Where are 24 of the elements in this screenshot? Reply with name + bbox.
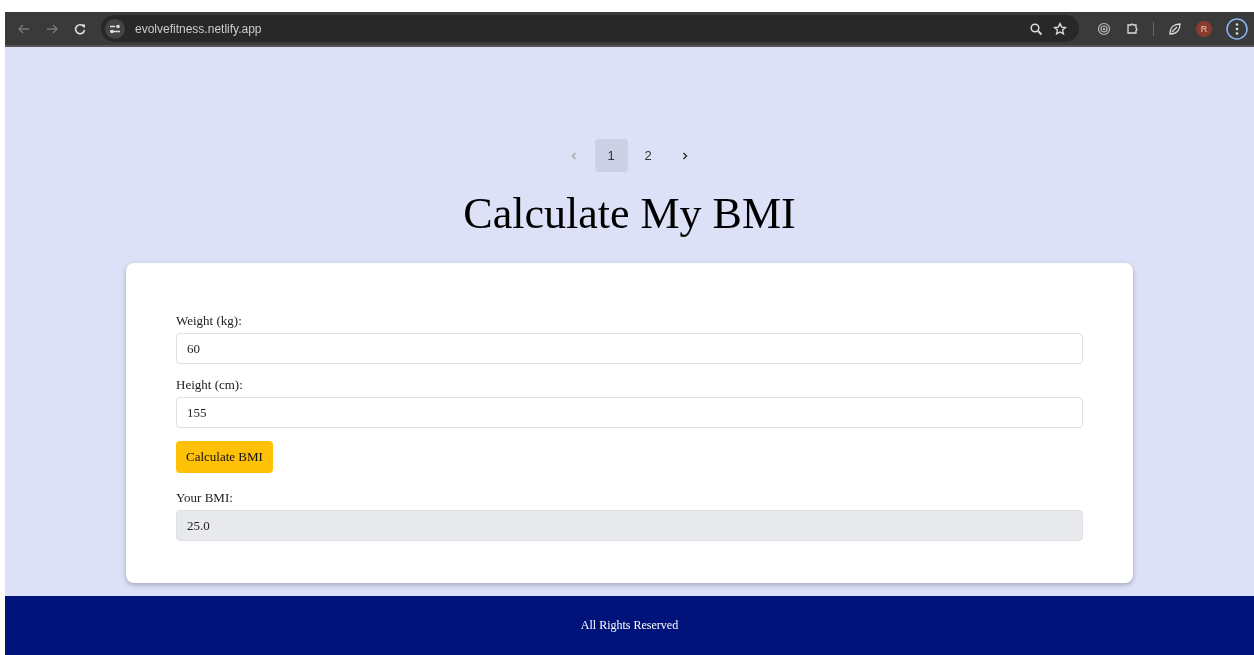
star-icon[interactable] (1053, 21, 1067, 36)
url-text: evolvefitness.netlify.app (135, 21, 262, 36)
chevron-right-icon (680, 150, 690, 161)
leaf-icon[interactable] (1168, 21, 1182, 36)
address-bar[interactable]: evolvefitness.netlify.app (101, 15, 1079, 42)
reload-icon[interactable] (73, 21, 87, 36)
page-button[interactable]: 1 (594, 139, 628, 172)
zoom-icon[interactable] (1029, 21, 1043, 36)
input-field[interactable]: 155 (176, 397, 1083, 428)
page-title: Calculate My BMI (463, 188, 796, 240)
menu-icon[interactable] (1226, 17, 1248, 40)
profile-avatar[interactable]: R (1196, 20, 1212, 37)
field-label: Height (cm): (176, 377, 243, 393)
site-settings-icon[interactable] (105, 18, 125, 39)
input-field[interactable]: 60 (176, 333, 1083, 364)
field-label: Your BMI: (176, 490, 233, 506)
calculate-button[interactable]: Calculate BMI (176, 441, 273, 473)
puzzle-icon[interactable] (1125, 21, 1139, 36)
field-label: Weight (kg): (176, 313, 242, 329)
target-icon[interactable] (1097, 21, 1111, 36)
footer-text: All Rights Reserved (580, 618, 679, 633)
page-button[interactable]: 2 (631, 139, 665, 172)
chevron-left-icon (569, 150, 579, 161)
result-field[interactable]: 25.0 (176, 510, 1083, 541)
